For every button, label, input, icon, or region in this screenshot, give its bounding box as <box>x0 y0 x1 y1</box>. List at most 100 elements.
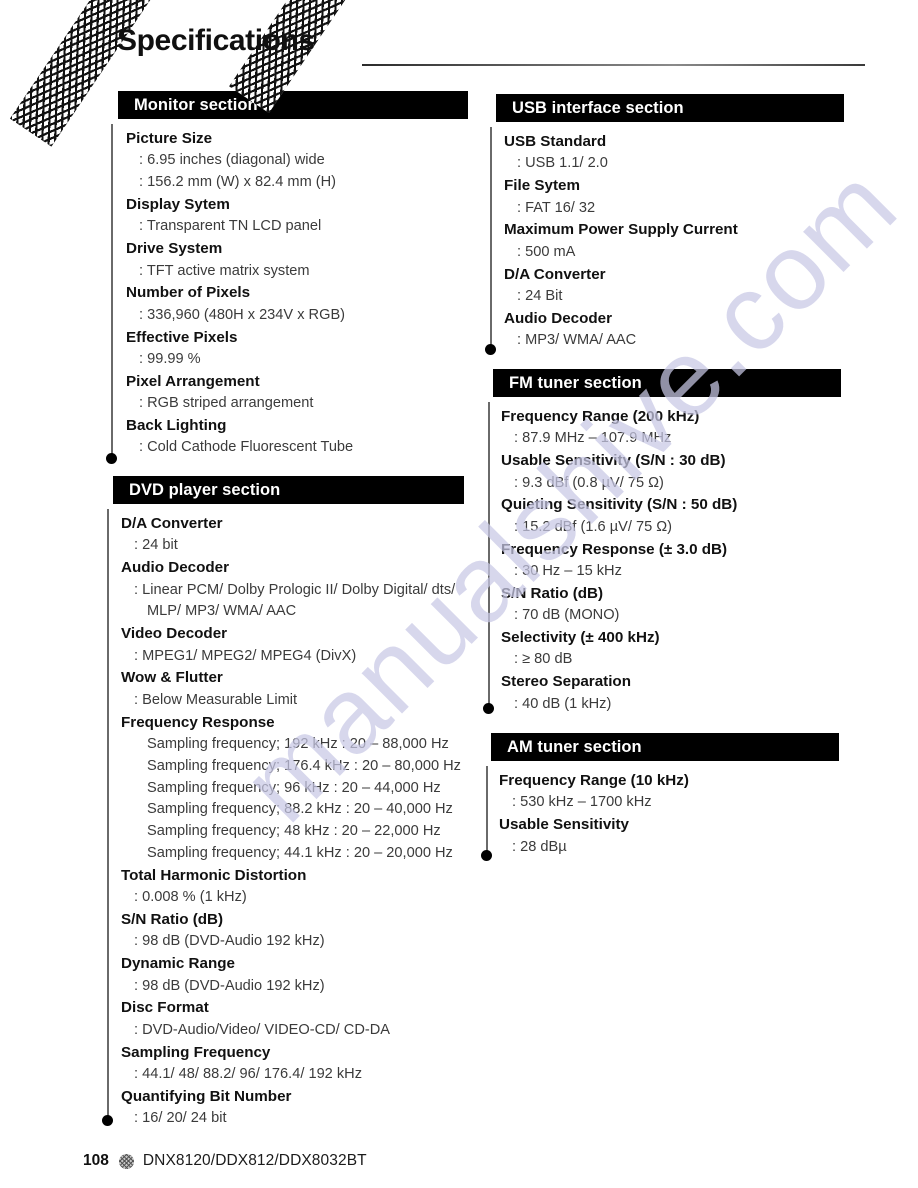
spec-value: : 16/ 20/ 24 bit <box>134 1110 227 1127</box>
section-heading-am-tuner: AM tuner section <box>491 733 839 761</box>
section-rule-fm-tuner <box>488 402 490 708</box>
spec-term: Total Harmonic Distortion <box>121 866 307 884</box>
spec-term: Number of Pixels <box>126 284 251 302</box>
section-rule-dvd-player <box>107 509 109 1120</box>
spec-value: : 24 bit <box>134 537 178 554</box>
spec-value: : MPEG1/ MPEG2/ MPEG4 (DivX) <box>134 647 357 664</box>
spec-term: Audio Decoder <box>121 559 230 577</box>
spec-term: Display Sytem <box>126 196 230 213</box>
spec-list-am-tuner: Frequency Range (10 kHz) : 530 kHz – 170… <box>499 770 859 858</box>
spec-item: Audio Decoder : Linear PCM/ Dolby Prolog… <box>121 557 481 623</box>
section-rule-usb-interface <box>490 127 492 349</box>
spec-item: Display Sytem : Transparent TN LCD panel <box>126 194 476 238</box>
spec-item: S/N Ratio (dB) : 98 dB (DVD-Audio 192 kH… <box>121 909 481 953</box>
page-title: Specifications <box>117 24 315 57</box>
spec-term: Quantifying Bit Number <box>121 1087 292 1105</box>
spec-item: Audio Decoder : MP3/ WMA/ AAC <box>504 308 864 352</box>
spec-term: Usable Sensitivity (S/N : 30 dB) <box>501 452 726 470</box>
spec-item: Usable Sensitivity : 28 dBµ <box>499 814 859 858</box>
spec-value: : 44.1/ 48/ 88.2/ 96/ 176.4/ 192 kHz <box>134 1066 362 1083</box>
section-heading-usb-interface: USB interface section <box>496 94 844 122</box>
spec-value: : 530 kHz – 1700 kHz <box>512 794 652 811</box>
spec-value: : 40 dB (1 kHz) <box>514 695 612 712</box>
spec-value: : 15.2 dBf (1.6 µV/ 75 Ω) <box>514 518 673 535</box>
spec-item: Frequency Response Sampling frequency; 1… <box>121 712 481 865</box>
spec-item: Stereo Separation : 40 dB (1 kHz) <box>501 671 871 715</box>
spec-item: USB Standard : USB 1.1/ 2.0 <box>504 131 864 175</box>
spec-item: Frequency Range (10 kHz) : 530 kHz – 170… <box>499 770 859 814</box>
spec-term: Effective Pixels <box>126 328 238 346</box>
footer-model-names: DNX8120/DDX812/DDX8032BT <box>142 1152 367 1169</box>
globe-emblem-icon <box>118 1153 134 1169</box>
spec-value: : 30 Hz – 15 kHz <box>514 563 622 580</box>
section-rule-dot-am-tuner <box>481 850 492 861</box>
spec-value: : Transparent TN LCD panel <box>139 218 322 235</box>
spec-term: USB Standard <box>504 133 607 150</box>
spec-value: : RGB striped arrangement <box>139 395 314 412</box>
spec-item: Frequency Response (± 3.0 dB) : 30 Hz – … <box>501 539 871 583</box>
spec-item: D/A Converter : 24 bit <box>121 513 481 557</box>
spec-value: : Cold Cathode Fluorescent Tube <box>139 439 354 456</box>
spec-value: : 99.99 % <box>139 351 201 368</box>
spec-term: Sampling Frequency <box>121 1043 271 1061</box>
section-heading-fm-tuner: FM tuner section <box>493 369 841 397</box>
spec-value: : 9.3 dBf (0.8 µV/ 75 Ω) <box>514 474 664 491</box>
spec-list-dvd-player: D/A Converter : 24 bit Audio Decoder : L… <box>121 513 481 1130</box>
spec-value: Sampling frequency; 88.2 kHz : 20 – 40,0… <box>147 801 453 818</box>
spec-term: Audio Decoder <box>504 309 613 327</box>
spec-value: : 156.2 mm (W) x 82.4 mm (H) <box>139 174 337 191</box>
spec-value: : 70 dB (MONO) <box>514 607 620 624</box>
spec-term: Maximum Power Supply Current <box>504 221 738 239</box>
spec-term: Frequency Range (200 kHz) <box>501 408 700 425</box>
spec-value: : ≥ 80 dB <box>514 651 573 668</box>
spec-value: : Below Measurable Limit <box>134 691 298 708</box>
spec-term: Dynamic Range <box>121 955 235 973</box>
spec-value: Sampling frequency; 48 kHz : 20 – 22,000… <box>147 823 441 840</box>
spec-term: Stereo Separation <box>501 673 631 691</box>
spec-term: Frequency Response (± 3.0 dB) <box>501 540 728 558</box>
scan-ribbon-artifact-left <box>9 0 153 147</box>
header-divider <box>362 64 865 66</box>
spec-value: : TFT active matrix system <box>139 262 310 279</box>
spec-term: Usable Sensitivity <box>499 816 629 834</box>
section-heading-dvd-player: DVD player section <box>113 476 464 504</box>
spec-item: Frequency Range (200 kHz) : 87.9 MHz – 1… <box>501 406 871 450</box>
spec-term: D/A Converter <box>121 515 223 532</box>
spec-term: Wow & Flutter <box>121 669 223 687</box>
section-rule-am-tuner <box>486 766 488 855</box>
spec-item: Quantifying Bit Number : 16/ 20/ 24 bit <box>121 1086 481 1130</box>
footer-page-number: 108 <box>83 1152 109 1169</box>
spec-value: : USB 1.1/ 2.0 <box>517 155 608 172</box>
specifications-page: manualshive.com Specifications Monitor s… <box>0 0 918 1188</box>
spec-value: : FAT 16/ 32 <box>517 199 596 216</box>
spec-value: : 87.9 MHz – 107.9 MHz <box>514 430 672 447</box>
spec-term: D/A Converter <box>504 265 606 283</box>
spec-value: : 0.008 % (1 kHz) <box>134 889 247 906</box>
spec-term: Disc Format <box>121 999 209 1017</box>
section-rule-dot-fm-tuner <box>483 703 494 714</box>
spec-item: Pixel Arrangement : RGB striped arrangem… <box>126 371 476 415</box>
spec-item: Disc Format : DVD-Audio/Video/ VIDEO-CD/… <box>121 997 481 1041</box>
spec-item: Dynamic Range : 98 dB (DVD-Audio 192 kHz… <box>121 953 481 997</box>
spec-item: Number of Pixels : 336,960 (480H x 234V … <box>126 282 476 326</box>
spec-value: : Linear PCM/ Dolby Prologic II/ Dolby D… <box>134 581 456 598</box>
spec-value: : 98 dB (DVD-Audio 192 kHz) <box>134 977 325 994</box>
spec-item: Effective Pixels : 99.99 % <box>126 327 476 371</box>
spec-term: Frequency Range (10 kHz) <box>499 772 689 789</box>
spec-term: Selectivity (± 400 kHz) <box>501 629 660 647</box>
spec-term: S/N Ratio (dB) <box>121 911 224 928</box>
section-rule-dot-dvd-player <box>102 1115 113 1126</box>
spec-term: File Sytem <box>504 177 580 195</box>
spec-value: : 28 dBµ <box>512 838 567 855</box>
spec-item: S/N Ratio (dB) : 70 dB (MONO) <box>501 583 871 627</box>
spec-term: Video Decoder <box>121 625 228 643</box>
spec-list-fm-tuner: Frequency Range (200 kHz) : 87.9 MHz – 1… <box>501 406 871 715</box>
spec-value: : 98 dB (DVD-Audio 192 kHz) <box>134 933 325 950</box>
spec-value: : 6.95 inches (diagonal) wide <box>139 152 325 169</box>
spec-item: Total Harmonic Distortion : 0.008 % (1 k… <box>121 865 481 909</box>
spec-list-monitor: Picture Size : 6.95 inches (diagonal) wi… <box>126 128 476 459</box>
spec-term: Back Lighting <box>126 417 227 435</box>
spec-item: Selectivity (± 400 kHz) : ≥ 80 dB <box>501 627 871 671</box>
spec-value: : DVD-Audio/Video/ VIDEO-CD/ CD-DA <box>134 1021 391 1038</box>
spec-value: Sampling frequency; 96 kHz : 20 – 44,000… <box>147 779 441 796</box>
